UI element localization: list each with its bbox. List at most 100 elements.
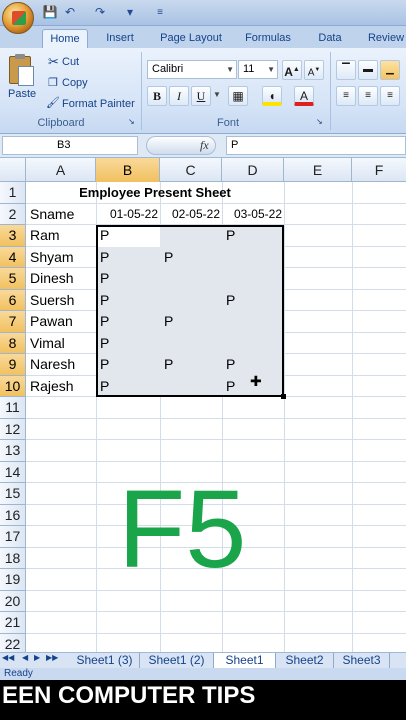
row-header-4[interactable]: 4 <box>0 246 26 268</box>
row-header-14[interactable]: 14 <box>0 461 26 483</box>
cut-button[interactable]: Cut <box>62 56 79 68</box>
underline-button[interactable]: U <box>191 86 211 106</box>
row-header-3[interactable]: 3 <box>0 225 26 247</box>
column-header-d[interactable]: D <box>222 158 284 182</box>
sheet-tab-active[interactable]: Sheet1 <box>214 653 276 668</box>
sheet-tab[interactable]: Sheet1 (3) <box>70 653 140 668</box>
row-header-11[interactable]: 11 <box>0 397 26 419</box>
undo-icon[interactable]: ↶ <box>62 5 78 20</box>
sname-header[interactable]: Sname <box>30 204 74 225</box>
font-color-icon[interactable]: A <box>294 86 314 106</box>
selection-range[interactable] <box>96 225 284 397</box>
fill-handle[interactable] <box>281 394 286 399</box>
align-bottom-icon[interactable]: ▁ <box>380 60 400 80</box>
employee-name-cell[interactable]: Pawan <box>30 311 73 332</box>
redo-icon[interactable]: ↷ <box>92 5 108 20</box>
employee-name-cell[interactable]: Vimal <box>30 333 65 354</box>
paste-icon[interactable] <box>6 54 36 88</box>
attendance-cell[interactable]: P <box>100 290 109 311</box>
sheet-nav-next-icon[interactable]: ▶ <box>34 653 40 662</box>
row-header-13[interactable]: 13 <box>0 440 26 462</box>
copy-button[interactable]: Copy <box>62 77 88 89</box>
column-header-c[interactable]: C <box>160 158 222 182</box>
grow-font-icon[interactable]: A▲ <box>282 60 302 80</box>
row-header-20[interactable]: 20 <box>0 590 26 612</box>
row-header-19[interactable]: 19 <box>0 569 26 591</box>
tab-review[interactable]: Review <box>360 29 406 48</box>
row-header-21[interactable]: 21 <box>0 612 26 634</box>
sheet-tab[interactable]: Sheet3 <box>334 653 390 668</box>
fill-color-icon[interactable]: ◖ <box>262 86 282 106</box>
font-size-box[interactable]: 11 ▼ <box>238 60 278 79</box>
office-button[interactable] <box>2 2 34 34</box>
row-header-10[interactable]: 10 <box>0 375 26 397</box>
row-header-7[interactable]: 7 <box>0 311 26 333</box>
dropdown-icon[interactable]: ≡ <box>152 5 168 20</box>
attendance-cell[interactable]: P <box>226 290 235 311</box>
attendance-cell[interactable]: P <box>226 225 235 246</box>
row-header-6[interactable]: 6 <box>0 289 26 311</box>
employee-name-cell[interactable]: Suersh <box>30 290 74 311</box>
borders-icon[interactable]: ▦ <box>228 86 248 106</box>
tab-data[interactable]: Data <box>308 29 352 48</box>
sheet-title[interactable]: Employee Present Sheet <box>26 182 284 203</box>
align-center-icon[interactable]: ≡ <box>358 86 378 106</box>
row-header-2[interactable]: 2 <box>0 203 26 225</box>
column-header-a[interactable]: A <box>26 158 96 182</box>
date-header[interactable]: 01-05-22 <box>96 204 160 225</box>
row-header-1[interactable]: 1 <box>0 182 26 204</box>
tab-page-layout[interactable]: Page Layout <box>152 29 230 48</box>
date-header[interactable]: 02-05-22 <box>160 204 222 225</box>
tab-insert[interactable]: Insert <box>96 29 144 48</box>
tab-home[interactable]: Home <box>42 29 88 48</box>
row-header-5[interactable]: 5 <box>0 268 26 290</box>
row-header-12[interactable]: 12 <box>0 418 26 440</box>
font-name-box[interactable]: Calibri ▼ <box>147 60 237 79</box>
bold-button[interactable]: B <box>147 86 167 106</box>
align-right-icon[interactable]: ≡ <box>380 86 400 106</box>
align-left-icon[interactable]: ≡ <box>336 86 356 106</box>
attendance-cell[interactable]: P <box>100 376 109 397</box>
align-top-icon[interactable]: ▔ <box>336 60 356 80</box>
employee-name-cell[interactable]: Shyam <box>30 247 74 268</box>
chevron-down-icon[interactable]: ▼ <box>213 90 221 99</box>
attendance-cell[interactable]: P <box>100 354 109 375</box>
attendance-cell[interactable]: P <box>100 311 109 332</box>
select-all-corner[interactable] <box>0 158 26 182</box>
row-header-16[interactable]: 16 <box>0 504 26 526</box>
attendance-cell[interactable]: P <box>226 354 235 375</box>
attendance-cell[interactable]: P <box>100 247 109 268</box>
italic-button[interactable]: I <box>169 86 189 106</box>
clipboard-launcher-icon[interactable]: ↘ <box>128 117 135 126</box>
row-header-9[interactable]: 9 <box>0 354 26 376</box>
row-header-17[interactable]: 17 <box>0 526 26 548</box>
sheet-tab[interactable]: Sheet1 (2) <box>140 653 214 668</box>
format-painter-button[interactable]: Format Painter <box>62 98 135 110</box>
tab-formulas[interactable]: Formulas <box>236 29 300 48</box>
attendance-cell[interactable]: P <box>164 354 173 375</box>
customize-qat-icon[interactable]: ▾ <box>122 5 138 20</box>
employee-name-cell[interactable]: Naresh <box>30 354 75 375</box>
sheet-tab[interactable]: Sheet2 <box>276 653 334 668</box>
sheet-nav-prev-icon[interactable]: ◀ <box>22 653 28 662</box>
sheet-nav-first-icon[interactable]: ◀◀ <box>2 653 14 662</box>
employee-name-cell[interactable]: Dinesh <box>30 268 74 289</box>
attendance-cell[interactable]: P <box>100 268 109 289</box>
shrink-font-icon[interactable]: A▼ <box>304 60 324 80</box>
name-box[interactable]: B3 <box>2 136 138 155</box>
formula-input[interactable]: P <box>226 136 406 155</box>
save-icon[interactable]: 💾 <box>42 5 58 20</box>
sheet-nav-last-icon[interactable]: ▶▶ <box>46 653 58 662</box>
employee-name-cell[interactable]: Ram <box>30 225 60 246</box>
row-header-15[interactable]: 15 <box>0 483 26 505</box>
employee-name-cell[interactable]: Rajesh <box>30 376 74 397</box>
attendance-cell[interactable]: P <box>164 311 173 332</box>
attendance-cell[interactable]: P <box>226 376 235 397</box>
attendance-cell[interactable]: P <box>164 247 173 268</box>
column-header-f[interactable]: F <box>352 158 406 182</box>
column-header-e[interactable]: E <box>284 158 352 182</box>
align-middle-icon[interactable]: ▬ <box>358 60 378 80</box>
attendance-cell[interactable]: P <box>100 333 109 354</box>
font-launcher-icon[interactable]: ↘ <box>316 117 323 126</box>
row-header-8[interactable]: 8 <box>0 332 26 354</box>
